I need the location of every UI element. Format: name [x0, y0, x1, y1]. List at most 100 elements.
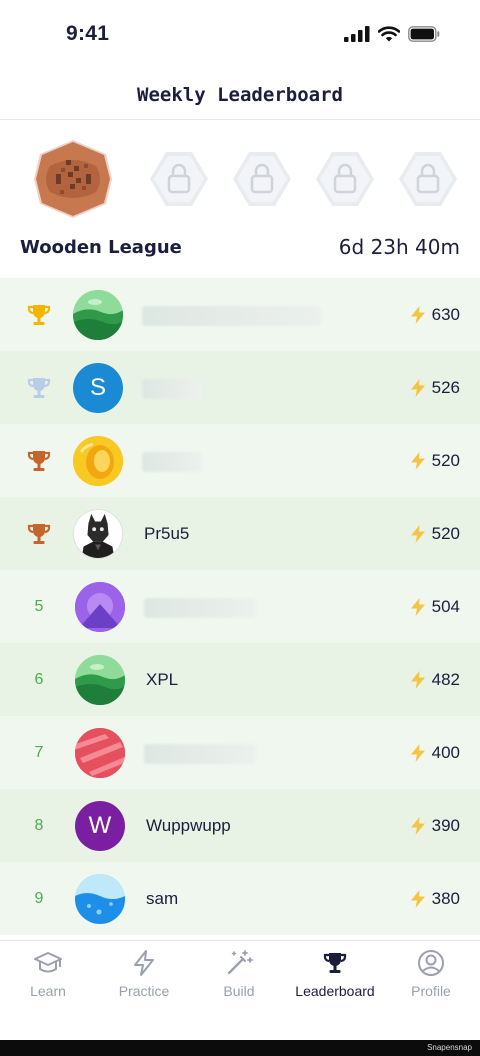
bronze-trophy-icon [27, 523, 51, 544]
page-title: Weekly Leaderboard [137, 83, 343, 106]
tab-label: Profile [411, 983, 451, 999]
username: XPL [146, 669, 179, 689]
score: 520 [410, 497, 460, 570]
leaderboard-row[interactable]: 7 400 [0, 716, 480, 789]
leaderboard-row[interactable]: S 526 [0, 351, 480, 424]
rank-number: 7 [34, 743, 44, 761]
avatar[interactable] [73, 436, 123, 486]
leaderboard-row[interactable]: 9 sam 380 [0, 862, 480, 935]
score: 520 [410, 424, 460, 497]
tab-label: Practice [118, 983, 170, 999]
score-value: 400 [431, 742, 460, 762]
magic-wand-icon [227, 950, 253, 975]
league-info: Wooden League 6d 23h 40m [20, 232, 460, 262]
locked-league-badge-icon[interactable] [219, 136, 305, 222]
tab-bar: Learn Practice Build Leaderboard Profile [0, 940, 480, 1040]
score: 400 [410, 716, 460, 789]
rank-cell [20, 278, 58, 351]
avatar[interactable]: W [75, 801, 125, 851]
avatar[interactable] [73, 509, 123, 559]
rank-cell [20, 497, 58, 570]
tab-practice[interactable]: Practice [110, 941, 178, 1011]
tab-learn[interactable]: Learn [20, 941, 76, 1011]
lightning-icon [410, 743, 425, 762]
leaderboard-row[interactable]: 5 504 [0, 570, 480, 643]
tab-profile[interactable]: Profile [406, 941, 456, 1011]
hidden-username [142, 452, 202, 472]
locked-league-badge-icon[interactable] [136, 136, 222, 222]
rank-number: 9 [34, 889, 44, 907]
avatar-letter: S [89, 374, 106, 401]
rank-cell [20, 424, 58, 497]
wifi-icon [378, 26, 400, 42]
locked-league-badge-icon[interactable] [302, 136, 388, 222]
status-bar: 9:41 [0, 0, 480, 70]
lightning-icon [410, 889, 425, 908]
username: sam [146, 888, 179, 908]
leaderboard-row[interactable]: 520 [0, 424, 480, 497]
score-value: 390 [431, 815, 460, 835]
username: Pr5u5 [144, 523, 190, 543]
rank-number: 8 [34, 816, 44, 834]
leaderboard-row[interactable]: Pr5u5 520 [0, 497, 480, 570]
score: 526 [410, 351, 460, 424]
locked-league-badge-icon[interactable] [385, 136, 471, 222]
battery-icon [408, 26, 440, 42]
avatar-letter: W [88, 812, 112, 839]
tab-label: Build [223, 983, 255, 999]
lightning-icon [410, 524, 425, 543]
status-time: 9:41 [66, 22, 110, 45]
trophy-icon [323, 953, 347, 973]
rank-number: 6 [34, 670, 44, 688]
hidden-username [144, 598, 256, 618]
lightning-icon [410, 670, 425, 689]
league-badges [30, 136, 457, 222]
rank-number: 5 [34, 597, 44, 615]
avatar[interactable]: S [73, 363, 123, 413]
leaderboard-list: 630 S 526 520 Pr5u5 520 5 504 6 XPL 482 … [0, 278, 480, 940]
lightning-icon [410, 451, 425, 470]
avatar[interactable] [75, 728, 125, 778]
leaderboard-row[interactable]: 8 W Wuppwupp 390 [0, 789, 480, 862]
silver-trophy-icon [27, 377, 51, 398]
avatar[interactable] [75, 655, 125, 705]
score: 380 [410, 862, 460, 935]
score: 630 [410, 278, 460, 351]
leaderboard-row[interactable]: 6 XPL 482 [0, 643, 480, 716]
lightning-icon [134, 950, 154, 976]
league-name: Wooden League [20, 236, 182, 258]
score-value: 526 [431, 377, 460, 397]
avatar[interactable] [73, 290, 123, 340]
user-circle-icon [418, 950, 444, 976]
gold-trophy-icon [27, 304, 51, 325]
hidden-username [142, 379, 202, 399]
rank-cell [20, 351, 58, 424]
lightning-icon [410, 305, 425, 324]
tab-label: Learn [30, 983, 66, 999]
graduation-cap-icon [34, 952, 62, 973]
tab-leaderboard[interactable]: Leaderboard [290, 941, 380, 1011]
username: Wuppwupp [146, 815, 231, 835]
score: 390 [410, 789, 460, 862]
avatar[interactable] [75, 582, 125, 632]
tab-label: Leaderboard [295, 983, 375, 999]
score-value: 380 [431, 888, 460, 908]
avatar[interactable] [75, 874, 125, 924]
footer-strip: Snapensnap [0, 1040, 480, 1056]
score: 504 [410, 570, 460, 643]
leaderboard-row[interactable]: 630 [0, 278, 480, 351]
tab-build[interactable]: Build [214, 941, 264, 1011]
score-value: 482 [431, 669, 460, 689]
status-icons [344, 26, 440, 42]
score-value: 630 [431, 304, 460, 324]
header: Weekly Leaderboard [0, 70, 480, 120]
hidden-username [142, 306, 322, 326]
wooden-league-badge-icon[interactable] [30, 136, 116, 222]
cellular-signal-icon [344, 26, 370, 42]
league-countdown: 6d 23h 40m [338, 235, 460, 259]
lightning-icon [410, 816, 425, 835]
footer-text: Snapensnap [427, 1043, 472, 1052]
score-value: 520 [431, 450, 460, 470]
hidden-username [144, 744, 256, 764]
lightning-icon [410, 378, 425, 397]
